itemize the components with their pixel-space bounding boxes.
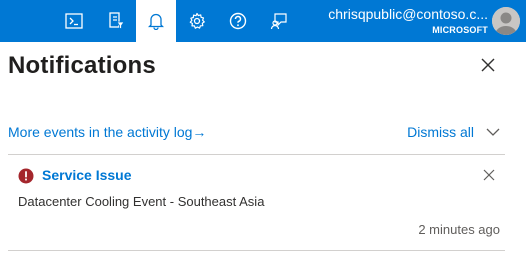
- notification-title[interactable]: Service Issue: [42, 167, 132, 183]
- dismiss-all-button[interactable]: Dismiss all: [407, 124, 500, 140]
- feedback-icon: [270, 13, 287, 30]
- top-bar: chrisqpublic@contoso.c... MICROSOFT: [0, 0, 526, 42]
- arrow-right-icon: →: [192, 124, 207, 140]
- activity-log-link[interactable]: More events in the activity log→: [8, 124, 206, 140]
- close-icon: [481, 58, 495, 72]
- feedback-button[interactable]: [259, 0, 299, 42]
- dismiss-notification-icon[interactable]: [483, 169, 495, 181]
- notification-description: Datacenter Cooling Event - Southeast Asi…: [18, 194, 265, 209]
- notification-time: 2 minutes ago: [418, 222, 500, 237]
- activity-log-label: More events in the activity log: [8, 124, 193, 140]
- dismiss-all-label: Dismiss all: [407, 124, 474, 140]
- bell-icon: [148, 13, 164, 30]
- divider: [8, 154, 505, 155]
- settings-button[interactable]: [177, 0, 217, 42]
- cloud-shell-icon: [65, 13, 83, 29]
- directory-filter-button[interactable]: [96, 0, 136, 42]
- chevron-down-icon[interactable]: [486, 128, 500, 137]
- account-menu[interactable]: chrisqpublic@contoso.c... MICROSOFT: [298, 6, 488, 36]
- panel-actions: More events in the activity log→ Dismiss…: [8, 124, 500, 142]
- account-tenant: MICROSOFT: [432, 25, 488, 35]
- cloud-shell-button[interactable]: [54, 0, 94, 42]
- divider: [8, 250, 505, 251]
- account-email: chrisqpublic@contoso.c...: [328, 6, 488, 22]
- close-panel-button[interactable]: [480, 57, 496, 73]
- directory-filter-icon: [109, 12, 125, 30]
- question-icon: [229, 12, 247, 30]
- help-button[interactable]: [218, 0, 258, 42]
- user-avatar-icon: [492, 7, 520, 35]
- panel-title: Notifications: [8, 52, 156, 79]
- avatar[interactable]: [492, 7, 520, 35]
- notifications-button[interactable]: [136, 0, 176, 42]
- error-icon: [18, 168, 34, 184]
- gear-icon: [189, 12, 205, 29]
